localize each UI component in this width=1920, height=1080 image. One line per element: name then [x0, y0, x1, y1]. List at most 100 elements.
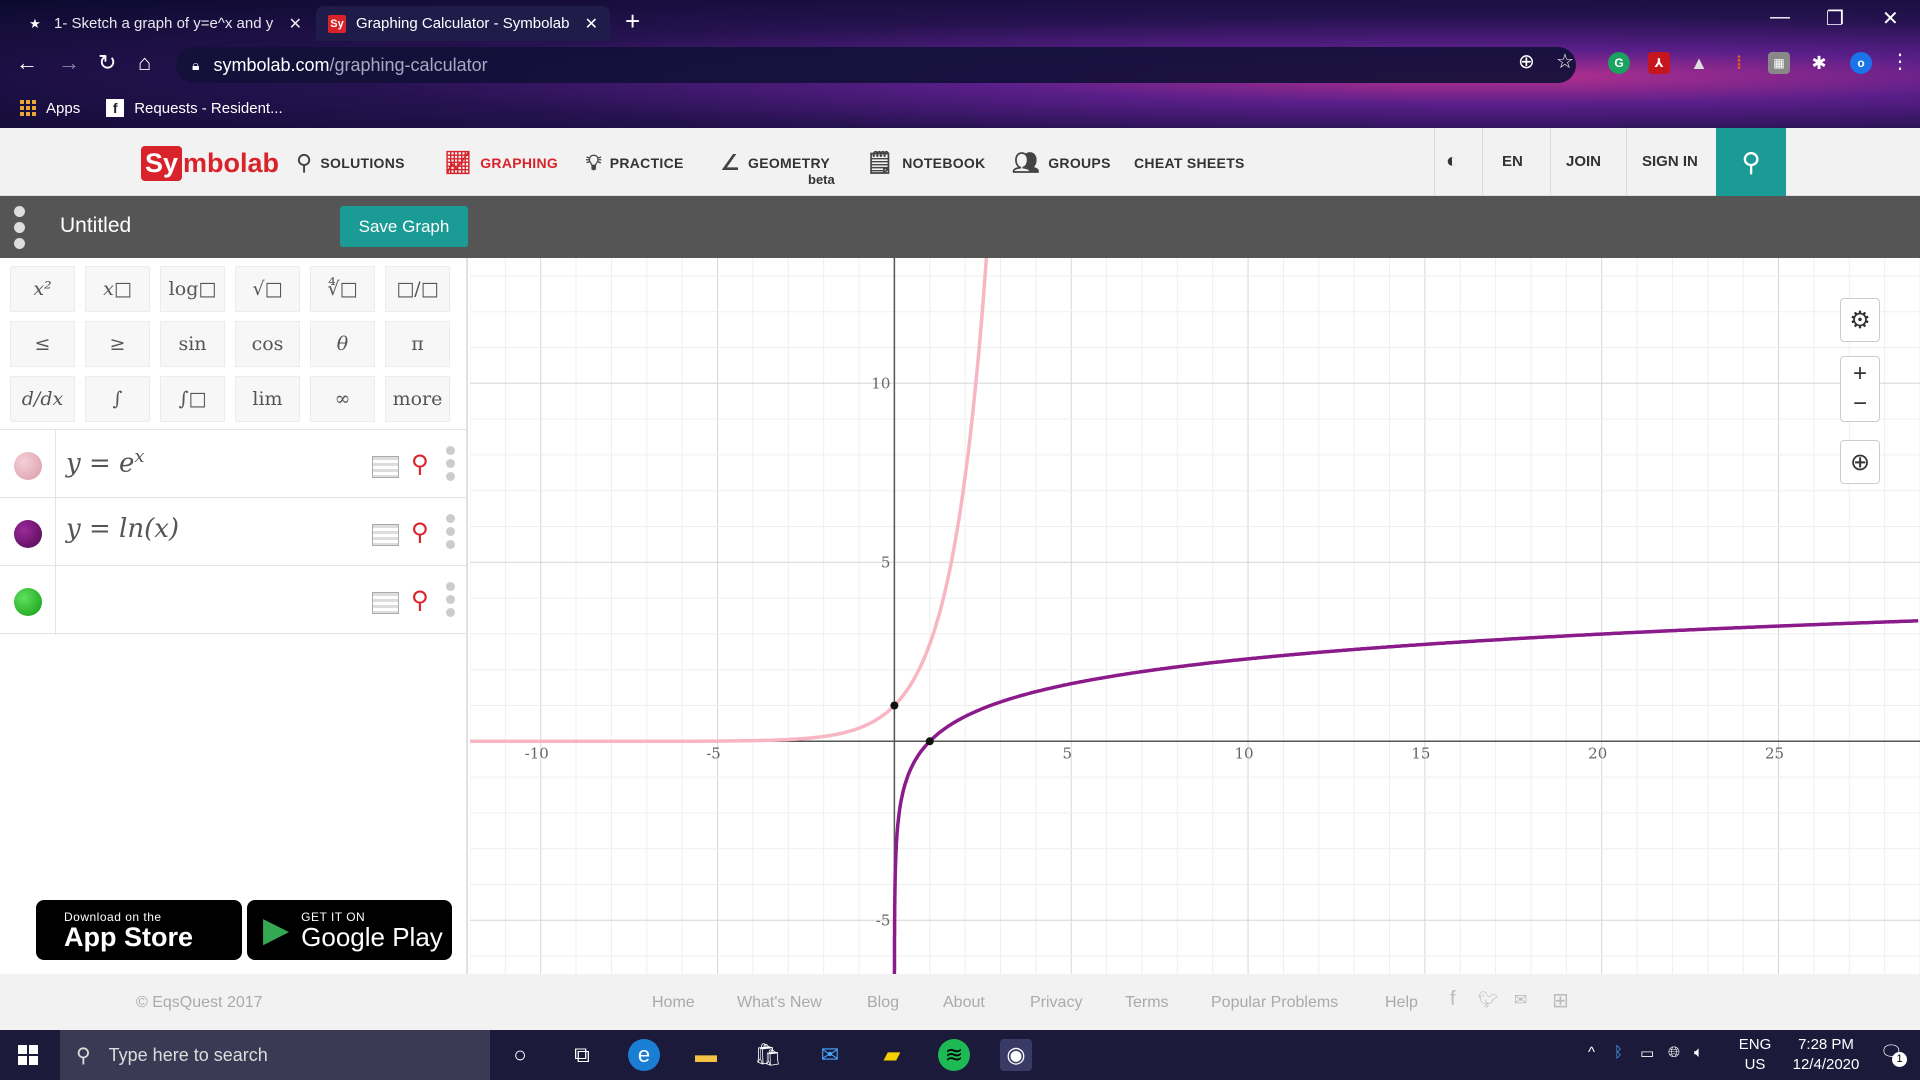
tab-sketch-graph[interactable]: ★ 1- Sketch a graph of y=e^x and y ✕	[14, 6, 314, 41]
nav-notebook[interactable]: 🗒︎ NOTEBOOK	[866, 150, 986, 176]
keypad-key[interactable]: x□	[85, 266, 150, 312]
mail-icon[interactable]: ✉	[814, 1039, 846, 1071]
keypad-key[interactable]: sin	[160, 321, 225, 367]
zoom-out-icon[interactable]: −	[1853, 389, 1867, 419]
task-view-icon[interactable]: ⧉	[566, 1039, 598, 1071]
graph-settings-gear-icon[interactable]: ⚙	[1840, 298, 1880, 342]
keypad-key[interactable]: cos	[235, 321, 300, 367]
table-icon[interactable]	[372, 456, 399, 478]
keypad-key[interactable]: log□	[160, 266, 225, 312]
extension-icon[interactable]: ⁞	[1728, 52, 1750, 74]
expression-row[interactable]: y = ln(x) ⚲	[0, 497, 466, 567]
mail-icon[interactable]: ✉	[1514, 990, 1527, 1010]
expression-row[interactable]: y = ex ⚲	[0, 429, 466, 499]
new-tab-icon[interactable]: +	[625, 6, 640, 37]
bookmark-apps[interactable]: Apps	[20, 100, 80, 117]
keypad-key[interactable]: ≤	[10, 321, 75, 367]
more-options-icon[interactable]	[446, 446, 455, 481]
footer-link-popular-problems[interactable]: Popular Problems	[1211, 994, 1338, 1012]
battery-icon[interactable]: ▭	[1640, 1044, 1654, 1062]
footer-link-home[interactable]: Home	[652, 994, 695, 1012]
recenter-target-icon[interactable]: ⊕	[1840, 440, 1880, 484]
color-swatch[interactable]	[14, 520, 42, 548]
expression-input[interactable]: y = ln(x)	[66, 514, 179, 544]
grammarly-extension-icon[interactable]: G	[1608, 52, 1630, 74]
nav-graphing[interactable]: 📈︎ GRAPHING	[444, 150, 558, 176]
facebook-icon[interactable]: f	[1450, 988, 1456, 1011]
zoom-icon[interactable]: ⊕	[1518, 49, 1535, 74]
keypad-key[interactable]: ≥	[85, 321, 150, 367]
nav-solutions[interactable]: ⚲ SOLUTIONS	[296, 150, 405, 176]
footer-link-help[interactable]: Help	[1385, 994, 1418, 1012]
keypad-key[interactable]: ∫	[85, 376, 150, 422]
url-input[interactable]: 🔒︎ symbolab.com/graphing-calculator	[176, 47, 1576, 83]
minimize-icon[interactable]: —	[1770, 6, 1790, 29]
app-store-button[interactable]: Download on the App Store	[36, 900, 242, 960]
sticky-notes-icon[interactable]: ▰	[876, 1039, 908, 1071]
puzzle-extensions-icon[interactable]: ✱	[1808, 52, 1830, 74]
nav-cheat-sheets[interactable]: CHEAT SHEETS	[1134, 155, 1245, 171]
pdf-extension-icon[interactable]: ⅄	[1648, 52, 1670, 74]
reload-icon[interactable]: ↻	[98, 50, 116, 76]
keypad-key[interactable]: ∜□	[310, 266, 375, 312]
expression-input[interactable]: y = ex	[66, 446, 145, 479]
tray-expand-icon[interactable]: ^	[1588, 1044, 1595, 1061]
google-play-button[interactable]: ▶ GET IT ON Google Play	[247, 900, 452, 960]
zoom-in-icon[interactable]: +	[1853, 359, 1867, 389]
restore-icon[interactable]: ❐	[1826, 6, 1844, 31]
nav-practice[interactable]: 💡︎ PRACTICE	[586, 150, 684, 176]
chrome-icon[interactable]: ◉	[1000, 1039, 1032, 1071]
file-explorer-icon[interactable]: ▬	[690, 1039, 722, 1071]
keypad-key[interactable]: θ	[310, 321, 375, 367]
clock[interactable]: 7:28 PM 12/4/2020	[1780, 1035, 1872, 1075]
more-options-icon[interactable]	[446, 514, 455, 549]
menu-kebab-icon[interactable]: ⋮	[1890, 49, 1910, 74]
bluetooth-icon[interactable]: ᛒ	[1614, 1044, 1623, 1061]
windows-start-icon[interactable]	[18, 1045, 38, 1065]
keypad-key[interactable]: □/□	[385, 266, 450, 312]
contrast-toggle-icon[interactable]: ◐	[1446, 150, 1458, 173]
language-indicator[interactable]: ENG US	[1734, 1035, 1776, 1075]
profile-avatar[interactable]: o	[1850, 52, 1872, 74]
drive-extension-icon[interactable]: ▲	[1688, 52, 1710, 74]
footer-link-terms[interactable]: Terms	[1125, 994, 1169, 1012]
home-icon[interactable]: ⌂	[138, 50, 151, 76]
search-icon[interactable]: ⚲	[411, 586, 429, 615]
volume-icon[interactable]: 🔈︎	[1694, 1044, 1703, 1061]
graph-title[interactable]: Untitled	[60, 214, 131, 238]
search-icon[interactable]: ⚲	[411, 450, 429, 479]
cortana-icon[interactable]: ○	[504, 1039, 536, 1071]
twitter-icon[interactable]: 🐦︎	[1478, 990, 1498, 1010]
plot-svg[interactable]: -10 -5 5 10 15 20 25 -5 5 10	[470, 258, 1920, 974]
footer-link-whats-new[interactable]: What's New	[737, 994, 822, 1012]
footer-link-privacy[interactable]: Privacy	[1030, 994, 1082, 1012]
keypad-key[interactable]: more	[385, 376, 450, 422]
back-icon[interactable]: ←	[16, 50, 38, 76]
bookmark-star-icon[interactable]: ☆	[1556, 49, 1574, 74]
nav-groups[interactable]: 👥︎ GROUPS	[1012, 150, 1111, 176]
spotify-icon[interactable]: ≋	[938, 1039, 970, 1071]
table-icon[interactable]	[372, 592, 399, 614]
close-icon[interactable]: ✕	[585, 14, 598, 34]
color-swatch[interactable]	[14, 588, 42, 616]
store-icon[interactable]: 🛍︎	[752, 1039, 784, 1071]
taskbar-search-input[interactable]: ⚲ Type here to search	[60, 1030, 490, 1080]
more-options-icon[interactable]	[446, 582, 455, 617]
network-icon[interactable]: 🌐︎	[1668, 1044, 1680, 1061]
keypad-key[interactable]: lim	[235, 376, 300, 422]
expression-row[interactable]: ⚲	[0, 565, 466, 635]
language-button[interactable]: EN	[1502, 153, 1523, 170]
panel-menu-icon[interactable]	[14, 206, 25, 249]
color-swatch[interactable]	[14, 452, 42, 480]
symbolab-logo[interactable]: Sy mbolab	[141, 146, 279, 181]
close-icon[interactable]: ✕	[289, 14, 302, 34]
keypad-key[interactable]: d/dx	[10, 376, 75, 422]
footer-link-about[interactable]: About	[943, 994, 985, 1012]
forward-icon[interactable]: →	[58, 50, 80, 76]
tab-graphing-calculator[interactable]: Sy Graphing Calculator - Symbolab ✕	[316, 6, 610, 41]
search-icon[interactable]: ⚲	[411, 518, 429, 547]
graph-canvas[interactable]: -10 -5 5 10 15 20 25 -5 5 10 ⚙ + − ⊕	[470, 258, 1920, 974]
keypad-key[interactable]: √□	[235, 266, 300, 312]
window-close-icon[interactable]: ✕	[1882, 6, 1899, 31]
bookmark-requests[interactable]: f Requests - Resident...	[106, 99, 283, 117]
